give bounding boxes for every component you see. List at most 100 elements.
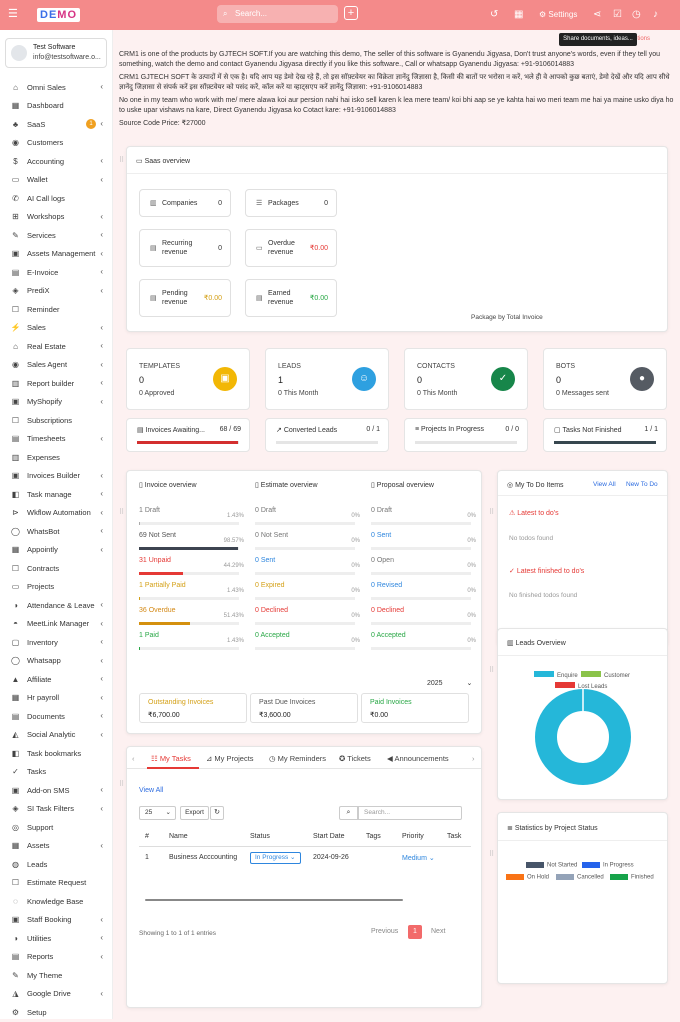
- sidebar-item-reminder[interactable]: ☐ Reminder: [0, 300, 113, 319]
- sidebar-item-sales-agent[interactable]: ◉ Sales Agent ‹: [0, 356, 113, 375]
- overview-row[interactable]: 1 Paid 1.43%: [139, 632, 244, 657]
- page-1-button[interactable]: 1: [408, 925, 422, 939]
- saas-stat-packages[interactable]: ☰ Packages 0: [245, 189, 337, 217]
- sidebar-item-task-manage[interactable]: ◧ Task manage ‹: [0, 485, 113, 504]
- sidebar-item-task-bookmarks[interactable]: ◧ Task bookmarks: [0, 744, 113, 763]
- sidebar-item-saas[interactable]: ♣ SaaS 1 ‹: [0, 115, 113, 134]
- tasks-search-input[interactable]: Search...: [358, 806, 462, 820]
- clock-icon[interactable]: ◷: [632, 9, 641, 21]
- overview-row[interactable]: 0 Sent 0%: [371, 532, 476, 557]
- tab-my-projects[interactable]: ⊿ My Projects: [206, 754, 254, 763]
- drag-handle-icon[interactable]: ⠿: [119, 780, 124, 788]
- menu-icon[interactable]: ☰: [8, 8, 20, 20]
- sidebar-item-accounting[interactable]: $ Accounting ‹: [0, 152, 113, 171]
- saas-stat-earned-revenue[interactable]: ▤ Earned revenue ₹0.00: [245, 279, 337, 317]
- year-select[interactable]: 2025 ⌄: [427, 679, 472, 687]
- status-dropdown[interactable]: In Progress ⌄: [250, 852, 301, 864]
- col-header-start-date[interactable]: Start Date: [313, 833, 345, 840]
- checklist-icon[interactable]: ☑: [613, 9, 622, 21]
- sidebar-item-my-theme[interactable]: ✎ My Theme: [0, 966, 113, 985]
- sidebar-item-dashboard[interactable]: ▦ Dashboard: [0, 97, 113, 116]
- sidebar-item-inventory[interactable]: ▢ Inventory ‹: [0, 633, 113, 652]
- export-button[interactable]: Export: [180, 806, 209, 820]
- stat-card-bots[interactable]: BOTS 0 0 Messages sent ●: [543, 348, 667, 410]
- overview-row[interactable]: 0 Declined 0%: [371, 607, 476, 632]
- legend-item-cancelled[interactable]: Cancelled: [556, 874, 604, 881]
- drag-handle-icon[interactable]: ⠿: [119, 156, 124, 164]
- overview-row[interactable]: 0 Sent 0%: [255, 557, 360, 582]
- tab-my-tasks[interactable]: ☷ My Tasks: [151, 754, 191, 763]
- sidebar-item-staff-booking[interactable]: ▣ Staff Booking ‹: [0, 911, 113, 930]
- progress-card-converted-leads[interactable]: ↗ Converted Leads 0 / 1: [265, 418, 389, 452]
- sidebar-item-wkflow-automation[interactable]: ⊳ Wkflow Automation ‹: [0, 504, 113, 523]
- sidebar-item-assets-management[interactable]: ▣ Assets Management ‹: [0, 245, 113, 264]
- legend-label[interactable]: Enquire: [557, 673, 578, 679]
- donut-slice-enquire[interactable]: [535, 689, 631, 785]
- priority-dropdown[interactable]: Medium ⌄: [402, 854, 435, 862]
- overview-row[interactable]: 0 Expired 0%: [255, 582, 360, 607]
- sidebar-item-whatsbot[interactable]: ◯ WhatsBot ‹: [0, 522, 113, 541]
- sidebar-item-assets[interactable]: ▦ Assets ‹: [0, 837, 113, 856]
- overview-row[interactable]: 69 Not Sent 98.57%: [139, 532, 244, 557]
- quick-create-button[interactable]: +: [344, 6, 358, 20]
- legend-item-finished[interactable]: Finished: [610, 874, 654, 881]
- sidebar-item-ai-call-logs[interactable]: ✆ AI Call logs: [0, 189, 113, 208]
- tab-tickets[interactable]: ✪ Tickets: [339, 754, 371, 763]
- tasks-view-all-link[interactable]: View All: [139, 787, 163, 794]
- settings-button[interactable]: ⚙ Settings: [539, 9, 577, 21]
- saas-stat-overdue-revenue[interactable]: ▭ Overdue revenue ₹0.00: [245, 229, 337, 267]
- legend-item-on-hold[interactable]: On Hold: [506, 874, 549, 881]
- col-header-task[interactable]: Task: [447, 833, 461, 840]
- sidebar-item-si-task-filters[interactable]: ◈ SI Task Filters ‹: [0, 800, 113, 819]
- sidebar-item-sales[interactable]: ⚡ Sales ‹: [0, 319, 113, 338]
- refresh-icon[interactable]: ↻: [210, 806, 224, 820]
- col-header-num[interactable]: #: [145, 833, 149, 840]
- stat-card-contacts[interactable]: CONTACTS 0 0 This Month ✓: [404, 348, 528, 410]
- sidebar-item-social-analytic[interactable]: ◭ Social Analytic ‹: [0, 726, 113, 745]
- overview-row[interactable]: 0 Revised 0%: [371, 582, 476, 607]
- tabs-next-icon[interactable]: ›: [472, 754, 475, 763]
- col-header-priority[interactable]: Priority: [402, 833, 424, 840]
- sidebar-item-contracts[interactable]: ☐ Contracts: [0, 559, 113, 578]
- prev-page-button[interactable]: Previous: [371, 928, 398, 935]
- todo-view-all-link[interactable]: View All: [593, 481, 616, 488]
- overview-row[interactable]: 31 Unpaid 44.29%: [139, 557, 244, 582]
- sidebar-item-appointly[interactable]: ▦ Appointly ‹: [0, 541, 113, 560]
- overview-row[interactable]: 1 Partially Paid 1.43%: [139, 582, 244, 607]
- tab-my-reminders[interactable]: ◷ My Reminders: [269, 754, 326, 763]
- sidebar-item-add-on-sms[interactable]: ▣ Add-on SMS ‹: [0, 781, 113, 800]
- overview-row[interactable]: 0 Accepted 0%: [371, 632, 476, 657]
- sidebar-item-real-estate[interactable]: ⌂ Real Estate ‹: [0, 337, 113, 356]
- sidebar-item-services[interactable]: ✎ Services ‹: [0, 226, 113, 245]
- sidebar-item-workshops[interactable]: ⊞ Workshops ‹: [0, 208, 113, 227]
- legend-label[interactable]: Customer: [604, 673, 630, 679]
- sidebar-item-customers[interactable]: ◉ Customers: [0, 134, 113, 153]
- sidebar-item-myshopify[interactable]: ▣ MyShopify ‹: [0, 393, 113, 412]
- sidebar-item-support[interactable]: ◎ Support: [0, 818, 113, 837]
- overview-row[interactable]: 36 Overdue 51.43%: [139, 607, 244, 632]
- sidebar-item-documents[interactable]: ▤ Documents ‹: [0, 707, 113, 726]
- tabs-prev-icon[interactable]: ‹: [132, 754, 135, 763]
- sidebar-item-predix[interactable]: ◈ PrediX ‹: [0, 282, 113, 301]
- progress-card-tasks-not-finished[interactable]: ▢ Tasks Not Finished 1 / 1: [543, 418, 667, 452]
- summary-paid-invoices[interactable]: Paid Invoices ₹0.00: [361, 693, 469, 723]
- history-icon[interactable]: ↺: [490, 9, 498, 21]
- saas-stat-companies[interactable]: ▥ Companies 0: [139, 189, 231, 217]
- sidebar-item-whatsapp[interactable]: ◯ Whatsapp ‹: [0, 652, 113, 671]
- drag-handle-icon[interactable]: ⠿: [489, 508, 494, 516]
- new-todo-link[interactable]: New To Do: [626, 481, 658, 488]
- sidebar-item-expenses[interactable]: ▥ Expenses: [0, 448, 113, 467]
- saas-stat-recurring-revenue[interactable]: ▤ Recurring revenue 0: [139, 229, 231, 267]
- sidebar-item-report-builder[interactable]: ▥ Report builder ‹: [0, 374, 113, 393]
- progress-card-invoices-awaiting[interactable]: ▤ Invoices Awaiting... 68 / 69: [126, 418, 250, 452]
- row-task-name[interactable]: Business Acccounting: [169, 854, 237, 861]
- sidebar-item-leads[interactable]: ◍ Leads: [0, 855, 113, 874]
- sidebar-item-timesheets[interactable]: ▤ Timesheets ‹: [0, 430, 113, 449]
- sidebar-item-hr-payroll[interactable]: ▦ Hr payroll ‹: [0, 689, 113, 708]
- sidebar-item-wallet[interactable]: ▭ Wallet ‹: [0, 171, 113, 190]
- drag-handle-icon[interactable]: ⠿: [119, 508, 124, 516]
- overview-row[interactable]: 0 Open 0%: [371, 557, 476, 582]
- overview-row[interactable]: 0 Accepted 0%: [255, 632, 360, 657]
- sidebar-item-invoices-builder[interactable]: ▣ Invoices Builder ‹: [0, 467, 113, 486]
- sidebar-item-affiliate[interactable]: ▲ Affiliate ‹: [0, 670, 113, 689]
